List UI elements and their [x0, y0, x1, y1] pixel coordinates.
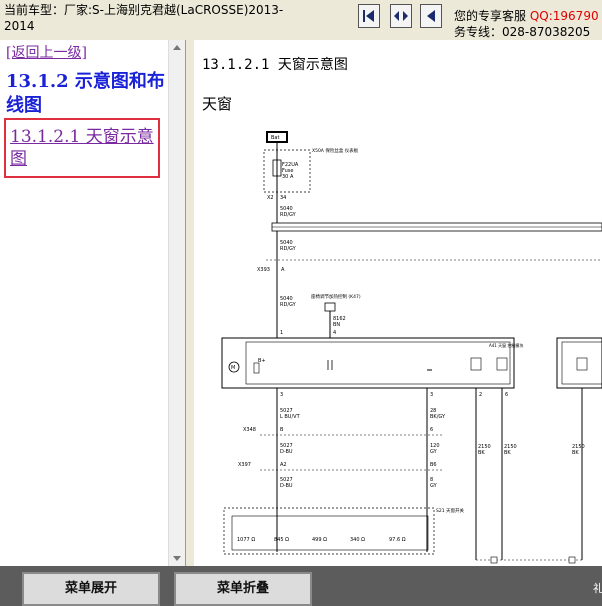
fuse-amps: 30 A: [282, 174, 294, 180]
color-rdgy-c: RD/GY: [280, 302, 297, 308]
sunroof-switch: [223, 507, 435, 555]
conn-x393: X393: [257, 267, 270, 273]
conn-a: A: [281, 267, 285, 273]
diagram-subtitle: 天窗: [202, 95, 233, 113]
ground-connector: [324, 302, 336, 312]
color-dbu-a: D-BU: [280, 449, 293, 455]
ground-label: 座椅调节加热控制 (K47): [311, 293, 361, 300]
service-qq[interactable]: QQ:196790: [530, 9, 599, 23]
pin-b6: B6: [430, 462, 437, 468]
pin-3b: 3: [430, 392, 433, 398]
scroll-down-button[interactable]: [169, 550, 185, 566]
service-label: 您的专享客服: [454, 9, 527, 23]
switch-label: S21 天窗开关: [436, 507, 465, 514]
bat-label: Bat: [271, 135, 279, 141]
resistor-5: 97.6 Ω: [389, 537, 406, 543]
sunroof-wiring-diagram: Bat X50A 保险丝盒 仪表板 F22UA Fuse 30 A X2 34 …: [221, 131, 602, 564]
prev-page-button[interactable]: [420, 4, 442, 28]
page-title: 13.1.2.1 天窗示意图: [202, 57, 348, 73]
svg-text:M: M: [231, 365, 235, 371]
color-bk-b: BK: [504, 450, 511, 456]
scroll-down-icon: [173, 556, 181, 561]
pin-6b: 6: [430, 427, 433, 433]
color-dbu-b: D-BU: [280, 483, 293, 489]
pin-1: 1: [280, 330, 283, 336]
expand-menu-button[interactable]: 菜单展开: [22, 572, 160, 606]
selected-nav-item[interactable]: 13.1.2.1 天窗示意图: [4, 118, 160, 178]
color-rdgy-b: RD/GY: [280, 246, 297, 252]
conn-x348: X348: [243, 427, 256, 433]
content-pane: 13.1.2.1 天窗示意图 天窗 Bat X50A 保险丝盒 仪表板 F22U…: [194, 40, 602, 566]
service-phone: 务专线：028-87038205: [454, 25, 591, 39]
conn-x397: X397: [238, 462, 251, 468]
fuse-block-label: X50A 保险丝盒 仪表板: [312, 147, 359, 154]
color-rdgy-a: RD/GY: [280, 212, 297, 218]
color-bk-c: BK: [572, 450, 579, 456]
pin-34: 34: [280, 195, 286, 201]
pin-b: B: [280, 427, 284, 433]
navigation-panel: [返回上一级] 13.1.2 示意图和布线图 13.1.2.1 天窗示意图: [0, 40, 186, 566]
resistor-2: 845 Ω: [274, 537, 289, 543]
scroll-up-button[interactable]: [169, 40, 185, 56]
fit-page-button[interactable]: [390, 4, 412, 28]
prev-page-icon: [427, 10, 435, 22]
first-page-icon: [363, 10, 374, 22]
color-bkgy: BK/GY: [430, 414, 446, 420]
color-lbuvt: L BU/VT: [280, 414, 301, 420]
back-link[interactable]: [返回上一级]: [6, 42, 87, 62]
pin-6: 6: [505, 392, 508, 398]
resistor-4: 340 Ω: [350, 537, 365, 543]
resistor-1: 1077 Ω: [237, 537, 255, 543]
module-label: A41 天窗 控制模块: [489, 342, 523, 348]
section-title[interactable]: 13.1.2 示意图和布线图: [6, 70, 166, 118]
color-gy-b: GY: [430, 483, 438, 489]
pin-4: 4: [333, 330, 336, 336]
customer-service-info: 您的专享客服 QQ:196790 务专线：028-87038205: [454, 8, 599, 40]
pin-3a: 3: [280, 392, 283, 398]
splitter[interactable]: [186, 40, 194, 566]
pin-2: 2: [479, 392, 482, 398]
color-bk-a: BK: [478, 450, 485, 456]
car-model-info: 当前车型：厂家:S-上海别克君越(LaCROSSE)2013-2014: [4, 3, 284, 33]
color-bn: BN: [333, 322, 340, 328]
color-gy-a: GY: [430, 449, 438, 455]
fit-page-icon: [394, 11, 408, 21]
bottom-toolbar: 菜单展开 菜单折叠 礼: [0, 566, 602, 606]
nav-item-sunroof-schematic[interactable]: 13.1.2.1 天窗示意图: [6, 120, 158, 170]
conn-x2: X2: [267, 195, 274, 201]
nav-scrollbar[interactable]: [168, 40, 185, 566]
pin-a2: A2: [280, 462, 287, 468]
sunroof-module: [221, 337, 515, 389]
collapse-menu-button[interactable]: 菜单折叠: [174, 572, 312, 606]
first-page-button[interactable]: [358, 4, 380, 28]
resistor-3: 499 Ω: [312, 537, 327, 543]
scroll-up-icon: [173, 45, 181, 50]
corner-text: 礼: [593, 582, 602, 595]
top-bar: 当前车型：厂家:S-上海别克君越(LaCROSSE)2013-2014 您的专享…: [0, 0, 602, 40]
